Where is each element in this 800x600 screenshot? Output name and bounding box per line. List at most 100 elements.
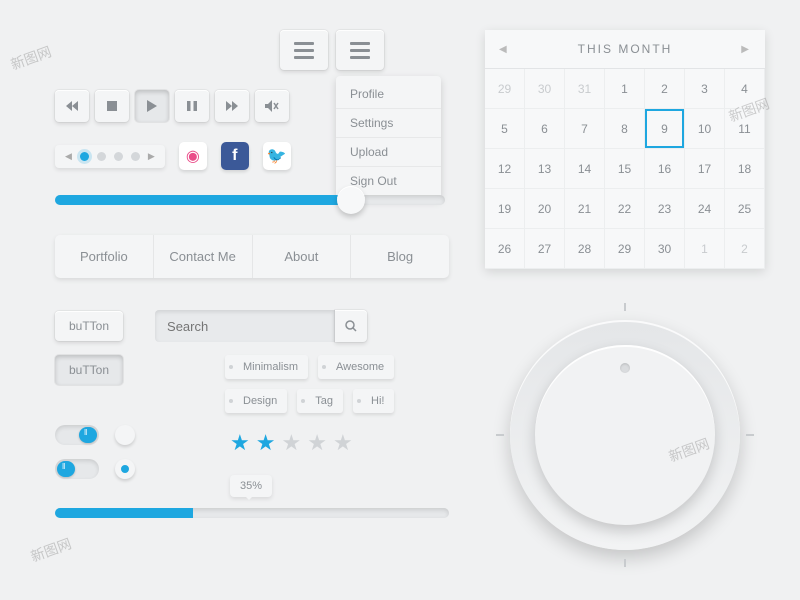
slider-thumb[interactable] [337,186,365,214]
calendar-day[interactable]: 29 [605,229,645,269]
calendar-day[interactable]: 27 [525,229,565,269]
forward-button[interactable] [215,90,249,122]
calendar-day[interactable]: 18 [725,149,765,189]
menu-item-settings[interactable]: Settings [336,109,441,138]
calendar-day[interactable]: 30 [645,229,685,269]
calendar-day[interactable]: 13 [525,149,565,189]
star-icon[interactable]: ★ [307,430,327,456]
calendar-day[interactable]: 1 [605,69,645,109]
star-icon[interactable]: ★ [281,430,301,456]
pager-next[interactable]: ▶ [148,151,155,162]
tab-blog[interactable]: Blog [351,235,449,278]
button-pressed[interactable]: buTTon [55,355,123,385]
calendar-day[interactable]: 23 [645,189,685,229]
calendar-day[interactable]: 12 [485,149,525,189]
calendar-day[interactable]: 3 [685,69,725,109]
star-icon[interactable]: ★ [256,430,276,456]
tag[interactable]: Minimalism [225,355,308,379]
menu-item-profile[interactable]: Profile [336,80,441,109]
calendar-next[interactable]: ▶ [741,44,751,55]
calendar-title: THIS MONTH [578,42,673,56]
slider[interactable] [55,195,445,205]
calendar-day[interactable]: 20 [525,189,565,229]
mute-button[interactable] [255,90,289,122]
dribbble-icon: ◉ [186,146,200,166]
calendar-day[interactable]: 7 [565,109,605,149]
menu-button[interactable] [280,30,328,70]
toggle-knob [57,461,75,477]
calendar-day[interactable]: 5 [485,109,525,149]
tag[interactable]: Tag [297,389,343,413]
play-icon [147,100,157,112]
facebook-button[interactable]: f [221,142,249,170]
star-icon[interactable]: ★ [230,430,250,456]
pager-dot[interactable] [97,152,106,161]
progress-bar [55,508,449,518]
search [155,310,367,342]
knob-tick [496,434,504,436]
knob-indicator [620,363,630,373]
radio-button[interactable] [115,425,135,445]
toggle-switch[interactable] [55,425,99,445]
twitter-icon: 🐦 [267,146,287,166]
knob-dial[interactable] [535,345,715,525]
pager-dot[interactable] [80,152,89,161]
menu-item-upload[interactable]: Upload [336,138,441,167]
search-input[interactable] [155,310,335,342]
pager-dot[interactable] [131,152,140,161]
calendar-day[interactable]: 31 [565,69,605,109]
pause-button[interactable] [175,90,209,122]
calendar-day[interactable]: 4 [725,69,765,109]
tag[interactable]: Design [225,389,287,413]
calendar-day[interactable]: 30 [525,69,565,109]
twitter-button[interactable]: 🐦 [263,142,291,170]
calendar-day[interactable]: 21 [565,189,605,229]
play-button[interactable] [135,90,169,122]
rewind-button[interactable] [55,90,89,122]
calendar-day[interactable]: 1 [685,229,725,269]
stop-icon [107,101,117,111]
knob-outer-ring [510,320,740,550]
calendar-prev[interactable]: ◀ [499,44,509,55]
calendar-day[interactable]: 25 [725,189,765,229]
pager-prev[interactable]: ◀ [65,151,72,162]
dribbble-button[interactable]: ◉ [179,142,207,170]
stop-button[interactable] [95,90,129,122]
calendar-day[interactable]: 11 [725,109,765,149]
calendar-day[interactable]: 29 [485,69,525,109]
calendar-day[interactable]: 24 [685,189,725,229]
tab-contact[interactable]: Contact Me [154,235,253,278]
calendar-day[interactable]: 2 [645,69,685,109]
calendar: ◀ THIS MONTH ▶ 2930311234567891011121314… [485,30,765,269]
tag[interactable]: Awesome [318,355,394,379]
calendar-day[interactable]: 6 [525,109,565,149]
button-normal[interactable]: buTTon [55,311,123,341]
calendar-day[interactable]: 16 [645,149,685,189]
tag[interactable]: Hi! [353,389,394,413]
toggle-switch[interactable] [55,459,99,479]
radio-button[interactable] [115,459,135,479]
calendar-day[interactable]: 28 [565,229,605,269]
calendar-day[interactable]: 17 [685,149,725,189]
calendar-day[interactable]: 22 [605,189,645,229]
calendar-day[interactable]: 9 [645,109,685,149]
calendar-day[interactable]: 19 [485,189,525,229]
search-icon [345,320,357,332]
dropdown-menu: Profile Settings Upload Sign Out [336,76,441,199]
pager-dot[interactable] [114,152,123,161]
calendar-day[interactable]: 10 [685,109,725,149]
hamburger-icon [294,42,314,59]
calendar-day[interactable]: 15 [605,149,645,189]
tab-portfolio[interactable]: Portfolio [55,235,154,278]
forward-icon [226,101,238,111]
menu-button-open[interactable] [336,30,384,70]
calendar-day[interactable]: 26 [485,229,525,269]
star-icon[interactable]: ★ [333,430,353,456]
knob-control [490,300,760,570]
calendar-day[interactable]: 14 [565,149,605,189]
star-rating: ★ ★ ★ ★ ★ [230,430,353,456]
calendar-day[interactable]: 2 [725,229,765,269]
calendar-day[interactable]: 8 [605,109,645,149]
search-button[interactable] [335,310,367,342]
tab-about[interactable]: About [253,235,352,278]
